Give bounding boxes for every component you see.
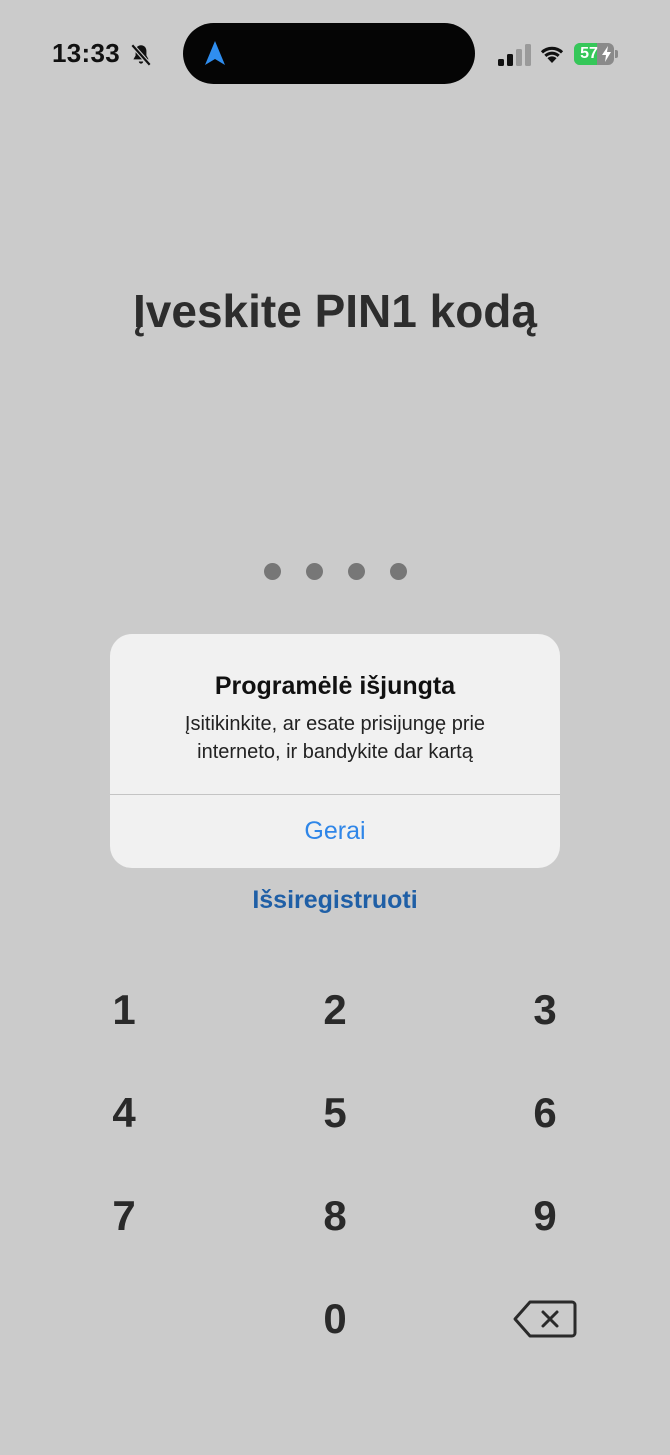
alert-dialog: Programėlė išjungta Įsitikinkite, ar esa…	[110, 634, 560, 868]
alert-message-line-1: Įsitikinkite, ar esate prisijungę prie	[184, 713, 486, 735]
key-8[interactable]: 8	[275, 1171, 395, 1261]
key-6[interactable]: 6	[485, 1068, 605, 1158]
battery-cap	[615, 50, 618, 58]
pin-indicator	[0, 563, 670, 580]
key-0[interactable]: 0	[275, 1274, 395, 1364]
alert-message: Įsitikinkite, ar esate prisijungę prie i…	[140, 710, 530, 766]
status-time: 13:33	[52, 38, 120, 68]
battery-charging-icon: 57	[574, 43, 618, 65]
alert-title: Programėlė išjungta	[214, 672, 456, 700]
bell-slash-icon	[130, 43, 152, 67]
key-7[interactable]: 7	[64, 1171, 184, 1261]
bolt-icon	[602, 46, 611, 62]
alert-message-line-2: interneto, ir bandykite dar kartą	[197, 741, 473, 763]
logout-link[interactable]: Išsiregistruoti	[0, 886, 670, 915]
pin-dot	[389, 563, 407, 580]
key-4[interactable]: 4	[64, 1068, 184, 1158]
key-2[interactable]: 2	[275, 965, 395, 1055]
ok-button[interactable]: Gerai	[110, 795, 560, 868]
key-3[interactable]: 3	[485, 965, 605, 1055]
location-arrow-icon	[205, 41, 225, 65]
backspace-icon	[513, 1300, 577, 1338]
backspace-button[interactable]	[485, 1274, 605, 1364]
key-1[interactable]: 1	[64, 965, 184, 1055]
key-9[interactable]: 9	[485, 1171, 605, 1261]
pin-dot	[347, 563, 365, 580]
page-title: Įveskite PIN1 kodą	[133, 285, 537, 337]
wifi-icon	[540, 46, 564, 63]
cellular-signal-icon	[498, 44, 531, 66]
key-5[interactable]: 5	[275, 1068, 395, 1158]
pin-dot	[263, 563, 281, 580]
numeric-keypad: 1 2 3 4 5 6 7 8 9 0	[0, 960, 670, 1380]
battery-level: 57	[580, 45, 598, 62]
dynamic-island	[183, 23, 475, 84]
status-bar: 13:33 57	[0, 0, 670, 110]
pin-dot	[305, 563, 323, 580]
